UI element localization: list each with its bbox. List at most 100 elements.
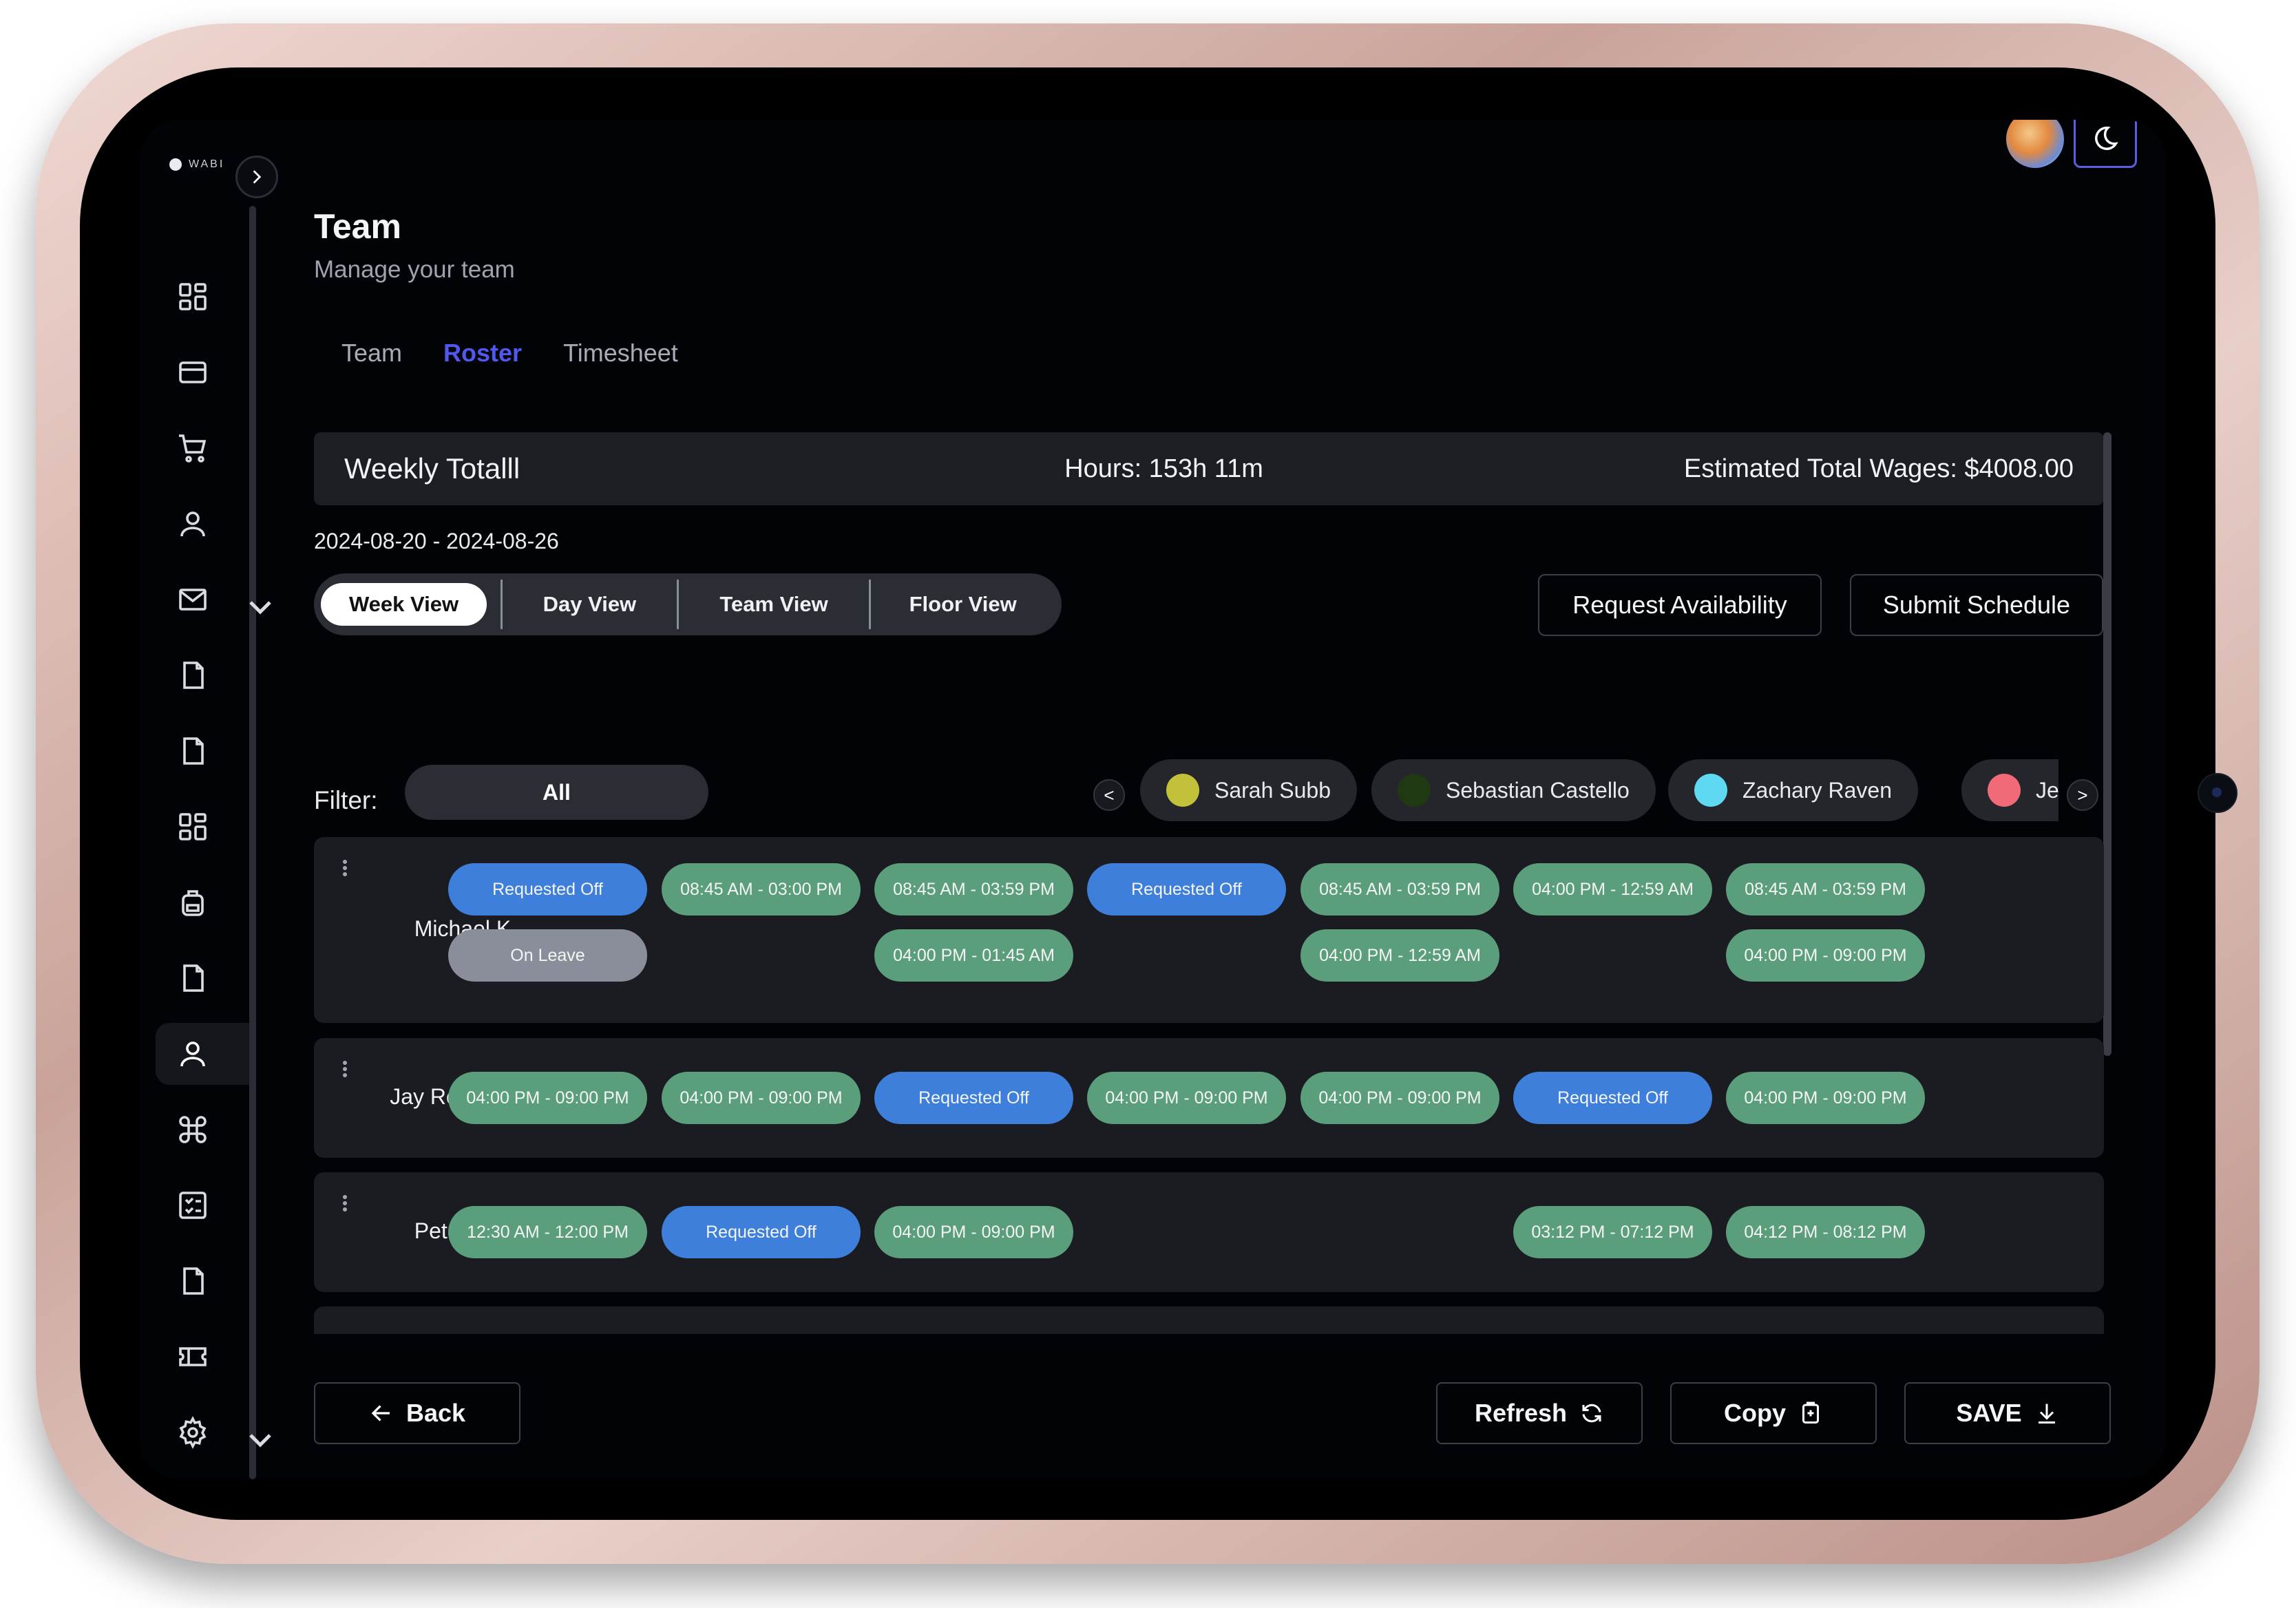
shift-pill[interactable]: 04:00 PM - 09:00 PM — [448, 1072, 647, 1124]
employee-scroll-next-button[interactable]: > — [2067, 779, 2098, 811]
refresh-button[interactable]: Refresh — [1436, 1382, 1643, 1444]
avatar[interactable] — [2006, 120, 2064, 168]
week-view-button[interactable]: Week View — [321, 583, 487, 626]
sidebar-item-tasks[interactable] — [156, 1174, 249, 1236]
employee-chip-name: Sebastian Castello — [1446, 777, 1630, 803]
apps-grid-icon — [179, 813, 207, 840]
roster-row: Michael K Requested Off On Leave 08:45 AM -… — [314, 837, 2104, 1023]
chevron-right-icon — [253, 170, 262, 184]
shift-pill[interactable]: 04:00 PM - 12:59 AM — [1513, 863, 1712, 916]
shift-pill[interactable]: 08:45 AM - 03:59 PM — [1726, 863, 1925, 916]
sidebar: WABI — [139, 120, 278, 1479]
sidebar-item-payments[interactable] — [156, 341, 249, 403]
floor-view-button[interactable]: Floor View — [871, 583, 1055, 626]
sidebar-item-dashboard[interactable] — [156, 266, 249, 328]
shift-pill[interactable]: 04:00 PM - 09:00 PM — [874, 1206, 1073, 1258]
employee-chip-name: Sarah Subb — [1214, 777, 1331, 803]
sidebar-item-files[interactable] — [156, 947, 249, 1009]
dashboard-grid-icon — [179, 283, 207, 310]
document-icon — [183, 737, 204, 765]
brand-name: WABI — [189, 158, 225, 170]
moon-icon — [2095, 126, 2118, 150]
user-icon — [180, 511, 205, 537]
sidebar-item-inventory[interactable] — [156, 871, 249, 933]
refresh-icon — [1582, 1404, 1601, 1423]
requested-off-badge[interactable]: Requested Off — [1513, 1072, 1712, 1124]
employee-chip-name: Jess — [2036, 777, 2058, 803]
document-icon — [183, 1267, 204, 1295]
page-title: Team — [314, 207, 401, 246]
requested-off-badge[interactable]: Requested Off — [874, 1072, 1073, 1124]
shift-pill[interactable]: 04:00 PM - 09:00 PM — [662, 1072, 861, 1124]
sidebar-item-customers[interactable] — [156, 493, 249, 555]
copy-button[interactable]: Copy — [1670, 1382, 1877, 1444]
logo-dot-icon — [169, 158, 182, 171]
ticket-icon — [179, 1347, 207, 1366]
employee-scroll-prev-button[interactable]: < — [1093, 779, 1125, 811]
request-availability-button[interactable]: Request Availability — [1538, 574, 1822, 636]
weekly-wages: Estimated Total Wages: $4008.00 — [1683, 454, 2074, 483]
employee-color-swatch — [1988, 774, 2021, 807]
requested-off-badge[interactable]: Requested Off — [662, 1206, 861, 1258]
sidebar-item-shortcuts[interactable] — [156, 1099, 249, 1161]
sidebar-item-team[interactable] — [156, 1023, 249, 1085]
shift-pill[interactable]: 08:45 AM - 03:59 PM — [1300, 863, 1499, 916]
tab-team[interactable]: Team — [341, 339, 402, 368]
employee-color-swatch — [1398, 774, 1431, 807]
employee-filter-chips: Sarah Subb Sebastian Castello Zachary Ra… — [1140, 759, 2058, 821]
shift-pill[interactable]: 04:00 PM - 09:00 PM — [1300, 1072, 1499, 1124]
employee-chip[interactable]: Jess — [1961, 759, 2058, 821]
vertical-scrollbar[interactable] — [2103, 432, 2111, 1056]
sidebar-item-orders[interactable] — [156, 417, 249, 479]
shift-pill[interactable]: 04:00 PM - 09:00 PM — [1087, 1072, 1286, 1124]
back-label: Back — [406, 1399, 466, 1427]
credit-card-icon — [179, 361, 207, 383]
sidebar-item-invoices[interactable] — [156, 1250, 249, 1312]
sidebar-item-messages[interactable] — [156, 569, 271, 631]
sidebar-item-settings[interactable] — [156, 1401, 271, 1463]
save-button[interactable]: SAVE — [1904, 1382, 2111, 1444]
roster-row — [314, 1306, 2104, 1334]
user-icon — [180, 1041, 205, 1067]
sidebar-expand-button[interactable] — [235, 156, 278, 198]
employee-color-swatch — [1166, 774, 1199, 807]
shift-pill[interactable]: 04:00 PM - 12:59 AM — [1300, 929, 1499, 982]
employee-chip-name: Zachary Raven — [1742, 777, 1892, 803]
requested-off-badge[interactable]: Requested Off — [1087, 863, 1286, 916]
theme-toggle-button[interactable] — [2074, 120, 2137, 168]
requested-off-badge[interactable]: Requested Off — [448, 863, 647, 916]
sidebar-item-tickets[interactable] — [156, 1326, 249, 1388]
shift-pill[interactable]: 08:45 AM - 03:59 PM — [874, 863, 1073, 916]
team-view-button[interactable]: Team View — [679, 583, 870, 626]
sidebar-divider — [249, 206, 256, 1479]
row-menu-kebab-icon[interactable] — [341, 1059, 348, 1079]
day-view-button[interactable]: Day View — [503, 583, 677, 626]
row-menu-kebab-icon[interactable] — [341, 858, 348, 878]
shift-pill[interactable]: 03:12 PM - 07:12 PM — [1513, 1206, 1712, 1258]
shift-pill[interactable]: 04:12 PM - 08:12 PM — [1726, 1206, 1925, 1258]
roster-row: Peter Kay12:30 AM - 12:00 PMRequested Of… — [314, 1172, 2104, 1292]
shift-pill[interactable]: 08:45 AM - 03:00 PM — [662, 863, 861, 916]
shift-pill[interactable]: 04:00 PM - 01:45 AM — [874, 929, 1073, 982]
mail-icon — [179, 589, 207, 611]
row-menu-kebab-icon[interactable] — [341, 1193, 348, 1214]
filter-select[interactable]: All — [405, 765, 708, 820]
employee-chip[interactable]: Zachary Raven — [1668, 759, 1918, 821]
sidebar-item-documents[interactable] — [156, 644, 249, 706]
weekly-hours: Hours: 153h 11m — [1064, 454, 1263, 483]
tab-roster[interactable]: Roster — [443, 339, 522, 368]
backpack-icon — [182, 890, 204, 916]
sidebar-item-apps[interactable] — [156, 796, 249, 858]
tab-timesheet[interactable]: Timesheet — [563, 339, 678, 368]
shift-pill[interactable]: 12:30 AM - 12:00 PM — [448, 1206, 647, 1258]
submit-schedule-button[interactable]: Submit Schedule — [1850, 574, 2103, 636]
on-leave-badge[interactable]: On Leave — [448, 929, 647, 982]
employee-chip[interactable]: Sarah Subb — [1140, 759, 1358, 821]
chevron-down-icon — [249, 601, 271, 615]
sidebar-item-reports[interactable] — [156, 720, 249, 782]
weekly-totals-bar: Weekly Totalll Hours: 153h 11m Estimated… — [314, 432, 2104, 505]
shift-pill[interactable]: 04:00 PM - 09:00 PM — [1726, 1072, 1925, 1124]
employee-chip[interactable]: Sebastian Castello — [1371, 759, 1656, 821]
back-button[interactable]: Back — [314, 1382, 520, 1444]
shift-pill[interactable]: 04:00 PM - 09:00 PM — [1726, 929, 1925, 982]
